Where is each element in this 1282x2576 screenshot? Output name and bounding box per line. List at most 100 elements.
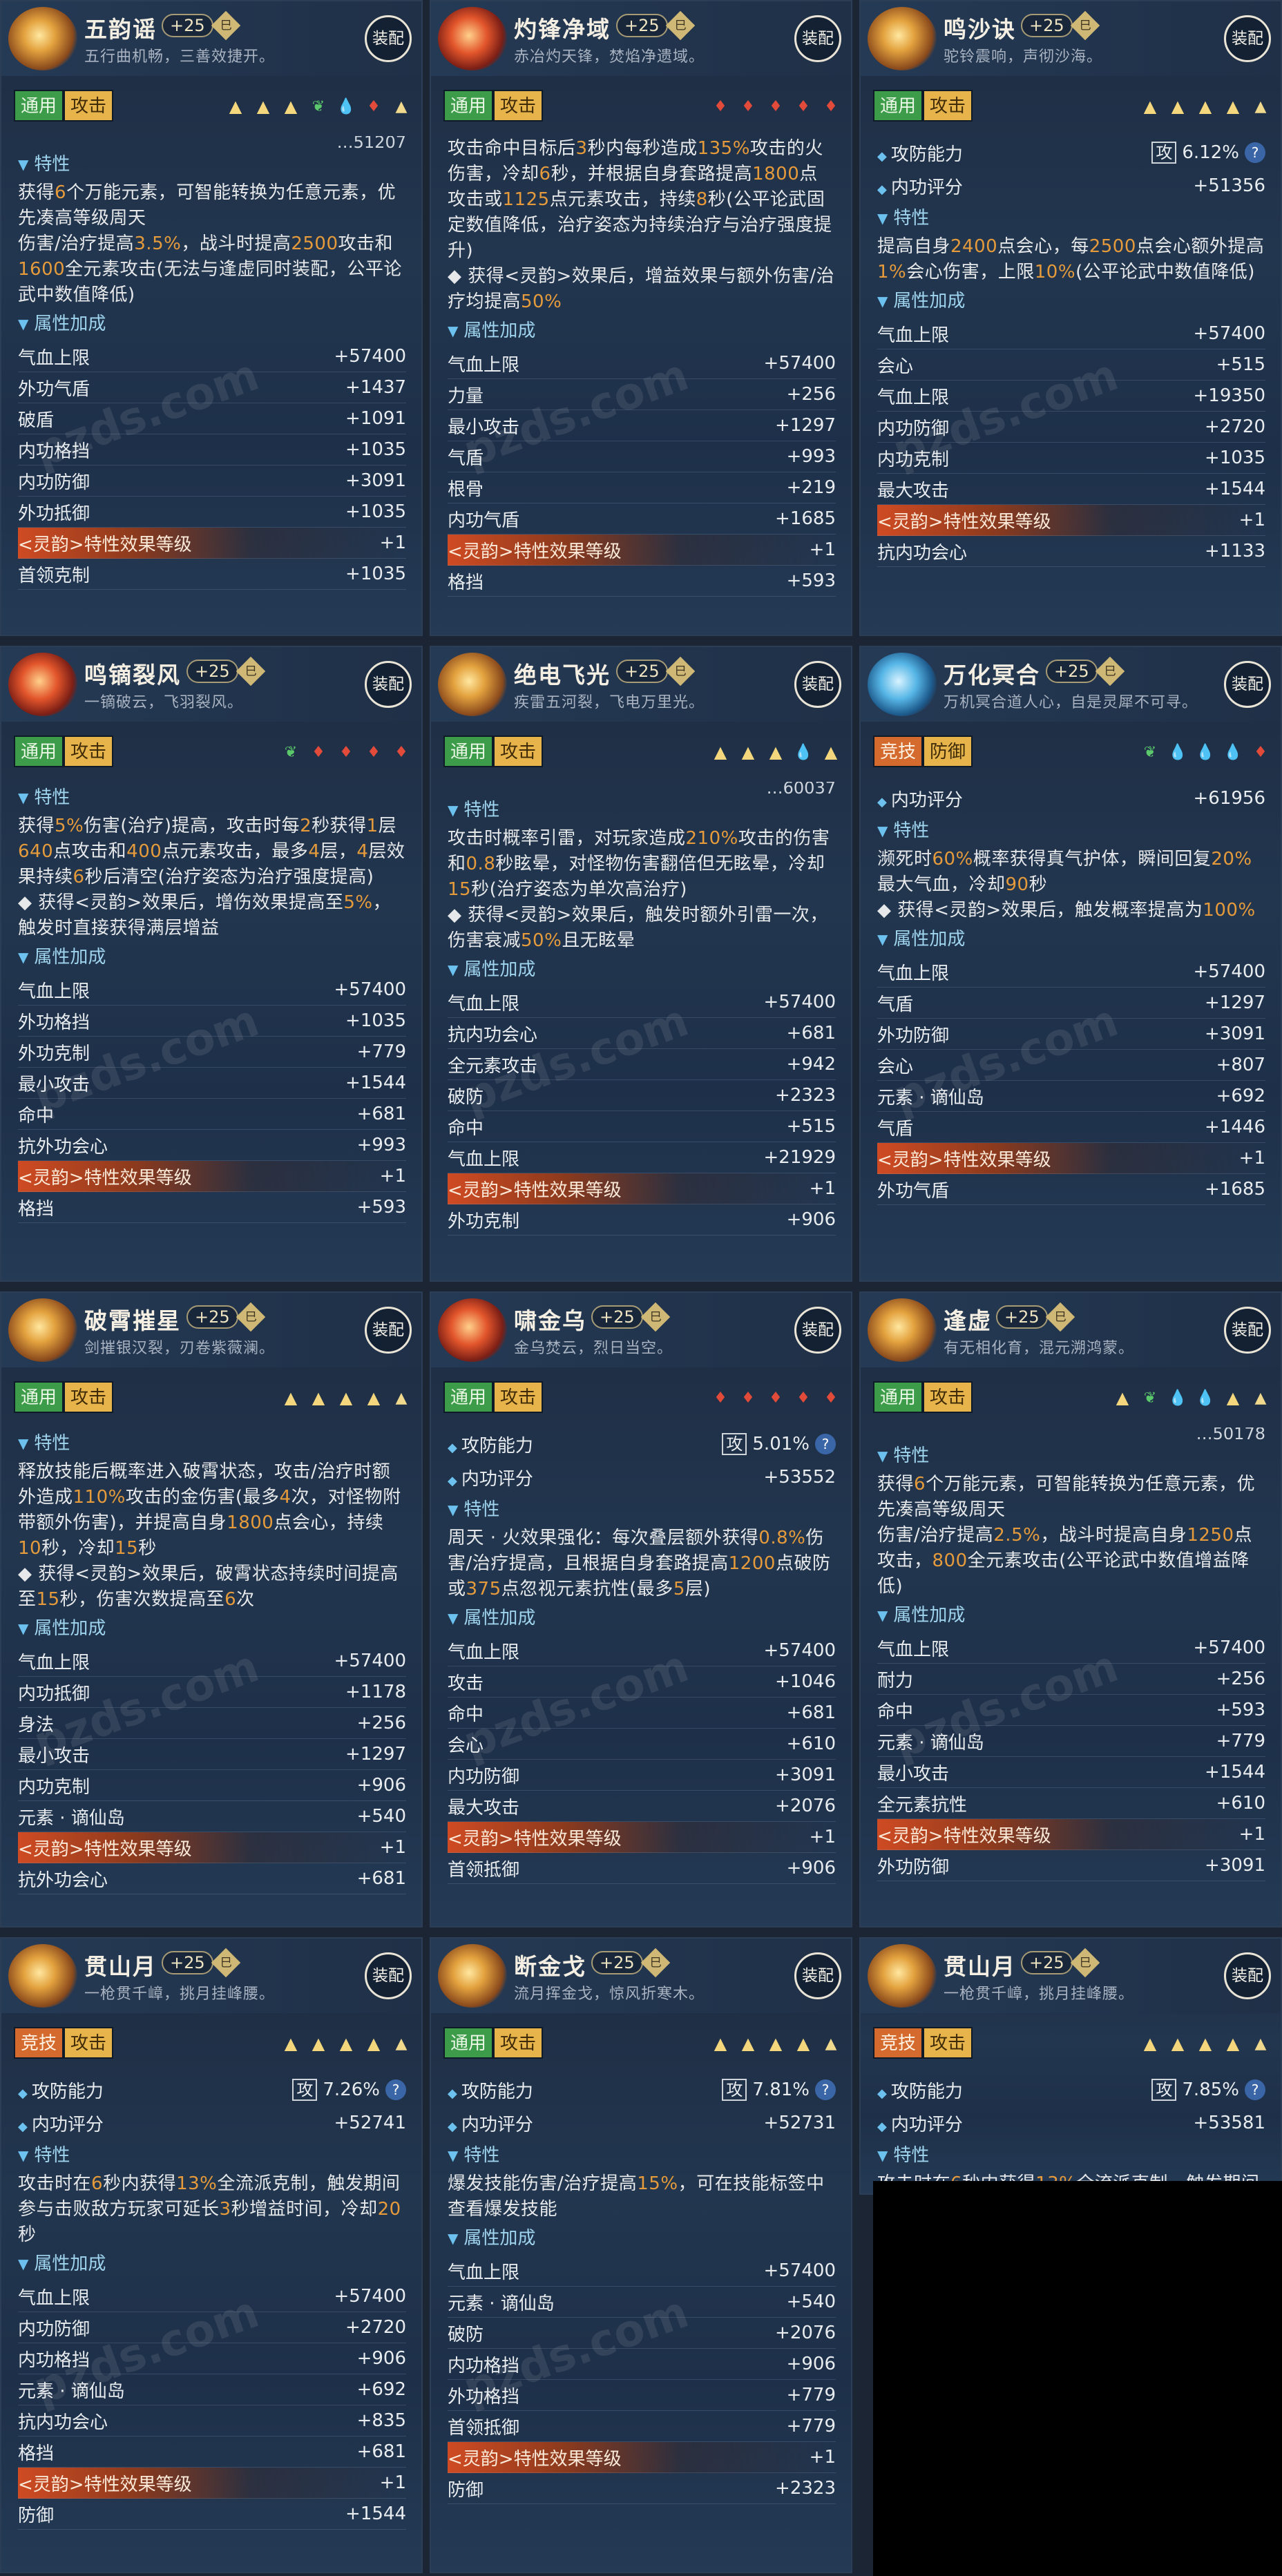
attribute-name: 外功克制 bbox=[448, 1211, 520, 1232]
attribute-row: <灵韵>特性效果等级 +1 bbox=[18, 2468, 406, 2499]
attribute-name: 最小攻击 bbox=[18, 1074, 90, 1095]
attribute-section-header[interactable]: ▼ 属性加成 bbox=[877, 1599, 1265, 1631]
equip-button[interactable]: 装配 bbox=[1224, 661, 1271, 708]
trait-section-header[interactable]: ▼ 特性 bbox=[18, 782, 406, 814]
equipment-title: 万化冥合 bbox=[944, 662, 1040, 689]
element-icons: ▲ ▲ ▲ ❦ 💧 ♦ ▲ bbox=[225, 93, 412, 120]
empty-black-area bbox=[873, 2181, 1282, 2576]
help-icon[interactable]: ? bbox=[815, 2079, 836, 2100]
attack-defense-ability: ◆ 攻防能力 攻 5.01%? bbox=[448, 1428, 836, 1461]
attribute-name: 最大攻击 bbox=[448, 1797, 520, 1818]
trait-section-header[interactable]: ▼ 特性 bbox=[448, 1494, 836, 1526]
attribute-name: 破盾 bbox=[18, 410, 55, 431]
attribute-row: 气血上限 +57400 bbox=[448, 1635, 836, 1666]
help-icon[interactable]: ? bbox=[1245, 2079, 1265, 2100]
level-badge: +25 bbox=[162, 14, 213, 37]
equip-button[interactable]: 装配 bbox=[1224, 15, 1271, 62]
help-icon[interactable]: ? bbox=[1245, 142, 1265, 163]
attribute-value: +835 bbox=[356, 2410, 406, 2431]
help-icon[interactable]: ? bbox=[815, 1434, 836, 1454]
trait-section-header[interactable]: ▼ 特性 bbox=[877, 202, 1265, 234]
trait-section-header[interactable]: ▼ 特性 bbox=[448, 794, 836, 826]
attribute-value: +1544 bbox=[1205, 1762, 1265, 1782]
tri-icon: ▲ bbox=[284, 1388, 298, 1407]
attribute-row: 耐力 +256 bbox=[877, 1664, 1265, 1695]
attribute-row: 内功防御 +2720 bbox=[18, 2312, 406, 2343]
equip-button[interactable]: 装配 bbox=[794, 1307, 841, 1354]
attribute-section-header[interactable]: ▼ 属性加成 bbox=[448, 1602, 836, 1634]
attribute-row: 格挡 +593 bbox=[448, 566, 836, 597]
attribute-row: 气盾 +1446 bbox=[877, 1112, 1265, 1143]
attribute-value: +906 bbox=[786, 1858, 836, 1878]
attack-defense-ability: ◆ 攻防能力 攻 6.12%? bbox=[877, 136, 1265, 169]
tri-icon: ▲ bbox=[1143, 97, 1157, 116]
attribute-section-header[interactable]: ▼ 属性加成 bbox=[877, 285, 1265, 317]
category-tag: 攻击 bbox=[923, 90, 973, 122]
ability-type-box: 攻 bbox=[1151, 142, 1177, 164]
attribute-row: <灵韵>特性效果等级 +1 bbox=[448, 2442, 836, 2473]
equipment-subtitle: 一枪贯千嶂，挑月挂峰腰。 bbox=[944, 1986, 1135, 2003]
attribute-name: <灵韵>特性效果等级 bbox=[877, 1149, 1051, 1171]
card-body: ▼ 特性 获得5%伤害(治疗)提高，攻击时每2秒获得1层640点攻击和400点元素攻… bbox=[1, 782, 421, 1280]
score-label: ◆ 内功评分 bbox=[877, 177, 963, 198]
category-tag: 攻击 bbox=[493, 90, 544, 122]
attribute-section-header[interactable]: ▼ 属性加成 bbox=[877, 923, 1265, 955]
attribute-value: +1 bbox=[809, 1827, 836, 1847]
trait-section-header[interactable]: ▼ 特性 bbox=[18, 2140, 406, 2171]
attribute-row: 外功防御 +3091 bbox=[877, 1850, 1265, 1881]
attribute-value: +1035 bbox=[345, 1010, 406, 1031]
trait-section-header[interactable]: ▼ 特性 bbox=[448, 2140, 836, 2171]
trait-section-header[interactable]: ▼ 特性 bbox=[877, 1440, 1265, 1472]
card-body: ◆ 攻防能力 攻 6.12%? ◆ 内功评分 +51356 ▼ 特性 提高自身2400点会心，每2… bbox=[861, 136, 1281, 635]
attribute-row: 气血上限 +57400 bbox=[18, 974, 406, 1006]
ability-percent: 6.12% bbox=[1182, 142, 1239, 163]
equip-button[interactable]: 装配 bbox=[365, 1307, 412, 1354]
internal-score: ◆ 内功评分 +53581 bbox=[877, 2106, 1265, 2140]
attribute-value: +57400 bbox=[1193, 323, 1266, 344]
equip-button[interactable]: 装配 bbox=[365, 15, 412, 62]
equipment-card: 绝电飞光 +25 巳疾雷五河裂，飞电万里光。 装配 通用 攻击 ▲ ▲ ▲ 💧 ▲ …60037 ▼ 特性… bbox=[430, 646, 852, 1282]
equip-button[interactable]: 装配 bbox=[365, 1952, 412, 1999]
attribute-section-header[interactable]: ▼ 属性加成 bbox=[448, 954, 836, 986]
card-body: ◆ 攻防能力 攻 7.81%? ◆ 内功评分 +52731 ▼ 特性 爆发技能伤害/治疗提高15%… bbox=[431, 2073, 851, 2572]
attribute-row: 命中 +515 bbox=[448, 1111, 836, 1142]
trait-section-header[interactable]: ▼ 特性 bbox=[877, 2140, 1265, 2171]
tri-icon: ▲ bbox=[1143, 2034, 1157, 2053]
attribute-section-header[interactable]: ▼ 属性加成 bbox=[18, 1613, 406, 1644]
trait-section-header[interactable]: ▼ 特性 bbox=[18, 1428, 406, 1459]
ability-percent: 5.01% bbox=[752, 1434, 810, 1454]
fire-icon: ♦ bbox=[769, 1389, 783, 1407]
score-label: ◆ 内功评分 bbox=[448, 2114, 533, 2135]
trait-section-header[interactable]: ▼ 特性 bbox=[18, 148, 406, 180]
trait-section-header[interactable]: ▼ 特性 bbox=[877, 815, 1265, 847]
attribute-value: +2720 bbox=[345, 2317, 406, 2338]
equip-button[interactable]: 装配 bbox=[1224, 1952, 1271, 1999]
attribute-name: <灵韵>特性效果等级 bbox=[18, 1167, 192, 1189]
attribute-list: 气血上限 +57400 内功抵御 +1178 身法 +256 最小攻击 +1297 内功克制 +9… bbox=[18, 1646, 406, 1894]
attribute-row: 最小攻击 +1297 bbox=[18, 1739, 406, 1770]
help-icon[interactable]: ? bbox=[385, 2079, 406, 2100]
attribute-value: +57400 bbox=[334, 2286, 407, 2307]
equipment-subtitle: 金乌焚云，烈日当空。 bbox=[514, 1340, 673, 1357]
attribute-section-header[interactable]: ▼ 属性加成 bbox=[448, 2222, 836, 2254]
attribute-name: 内功防御 bbox=[18, 2318, 90, 2340]
attribute-section-header[interactable]: ▼ 属性加成 bbox=[18, 308, 406, 340]
equip-button[interactable]: 装配 bbox=[1224, 1307, 1271, 1354]
equipment-card: 五韵谣 +25 巳五行曲机畅，三善效捷开。 装配 通用 攻击 ▲ ▲ ▲ ❦ 💧 ♦ ▲ …51207 ▼ 特… bbox=[0, 0, 423, 636]
attribute-name: 最大攻击 bbox=[877, 480, 950, 501]
equip-button[interactable]: 装配 bbox=[794, 15, 841, 62]
equip-button[interactable]: 装配 bbox=[794, 1952, 841, 1999]
attribute-section-header[interactable]: ▼ 属性加成 bbox=[18, 2248, 406, 2280]
equip-button[interactable]: 装配 bbox=[365, 661, 412, 708]
attribute-section-header[interactable]: ▼ 属性加成 bbox=[448, 315, 836, 347]
fire-icon: ♦ bbox=[769, 97, 783, 115]
attribute-value: +1685 bbox=[775, 508, 836, 529]
attribute-value: +3091 bbox=[775, 1765, 836, 1785]
attribute-name: 最小攻击 bbox=[18, 1745, 90, 1767]
attribute-name: 元素 · 谪仙岛 bbox=[18, 1807, 125, 1829]
attribute-section-header[interactable]: ▼ 属性加成 bbox=[18, 941, 406, 973]
equip-button[interactable]: 装配 bbox=[794, 661, 841, 708]
attribute-value: +779 bbox=[786, 2416, 836, 2436]
attribute-value: +1 bbox=[1238, 1824, 1265, 1845]
fire-icon: ♦ bbox=[714, 97, 727, 115]
